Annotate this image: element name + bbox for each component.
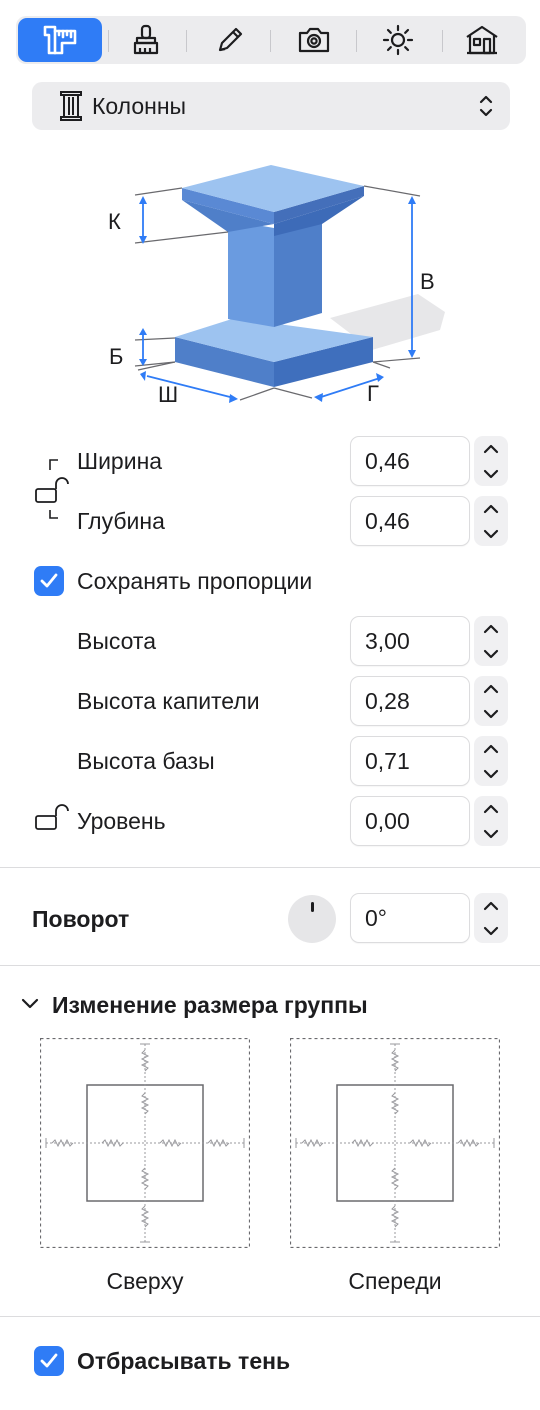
element-type-label: Колонны: [92, 92, 187, 119]
base-height-field[interactable]: 0,71: [350, 736, 470, 786]
chevron-down-icon: [483, 649, 499, 658]
capital-height-label: К: [108, 209, 121, 234]
rotation-label: Поворот: [32, 906, 130, 932]
tab-building[interactable]: [440, 18, 524, 62]
chevron-up-icon: [483, 684, 499, 693]
cast-shadow-checkbox[interactable]: [34, 1346, 64, 1376]
base-height-label: Высота базы: [77, 748, 215, 774]
group-resize-title[interactable]: Изменение размера группы: [52, 992, 368, 1019]
tab-camera[interactable]: [272, 18, 356, 62]
capital-height-field[interactable]: 0,28: [350, 676, 470, 726]
pencil-icon: [218, 27, 243, 52]
height-decrement[interactable]: [474, 641, 508, 666]
tab-materials[interactable]: [104, 18, 188, 62]
checkmark-icon: [40, 1353, 58, 1368]
lock-open-icon[interactable]: [34, 477, 70, 505]
column-icon: [60, 91, 82, 121]
column-dimensions-diagram: К В Б Ш Г: [108, 165, 445, 407]
chevron-down-icon: [483, 769, 499, 778]
section-divider: [0, 1316, 540, 1317]
chevron-up-icon: [483, 901, 499, 910]
chevron-down-icon: [483, 829, 499, 838]
width-stepper[interactable]: [474, 436, 508, 486]
section-divider: [0, 867, 540, 868]
width-field[interactable]: 0,46: [350, 436, 470, 486]
tab-dimensions[interactable]: [18, 18, 102, 62]
capital-height-decrement[interactable]: [474, 701, 508, 726]
height-field[interactable]: 3,00: [350, 616, 470, 666]
house-icon: [466, 25, 498, 55]
rotation-dial[interactable]: [288, 895, 336, 943]
keep-proportions-label: Сохранять пропорции: [77, 568, 313, 594]
rotation-increment[interactable]: [474, 893, 508, 918]
capital-height-stepper[interactable]: [474, 676, 508, 726]
level-increment[interactable]: [474, 796, 508, 821]
height-increment[interactable]: [474, 616, 508, 641]
depth-label: Г: [367, 381, 379, 406]
brush-icon: [133, 24, 159, 55]
capital-height-label: Высота капители: [77, 688, 260, 714]
keep-proportions-checkbox[interactable]: [34, 566, 64, 596]
rotation-field[interactable]: 0°: [350, 893, 470, 943]
width-increment[interactable]: [474, 436, 508, 461]
resize-top-view[interactable]: [40, 1038, 250, 1248]
level-field[interactable]: 0,00: [350, 796, 470, 846]
level-decrement[interactable]: [474, 821, 508, 846]
level-label: Уровень: [77, 808, 166, 834]
rotation-stepper[interactable]: [474, 893, 508, 943]
chevron-down-icon: [483, 529, 499, 538]
depth-label: Глубина: [77, 508, 165, 534]
toolbar-separator: [186, 30, 187, 52]
base-height-increment[interactable]: [474, 736, 508, 761]
resize-front-view[interactable]: [290, 1038, 500, 1248]
depth-decrement[interactable]: [474, 521, 508, 546]
chevron-down-icon: [483, 926, 499, 935]
tab-lighting[interactable]: [356, 18, 440, 62]
base-height-decrement[interactable]: [474, 761, 508, 786]
depth-stepper[interactable]: [474, 496, 508, 546]
tab-edit[interactable]: [188, 18, 272, 62]
inspector-toolbar: [16, 16, 526, 64]
width-label: Ш: [158, 382, 178, 407]
chevron-up-icon: [483, 444, 499, 453]
level-lock-open-icon[interactable]: [34, 804, 70, 832]
element-type-select[interactable]: Колонны: [32, 82, 510, 130]
checkmark-icon: [40, 573, 58, 588]
height-label: Высота: [77, 628, 156, 654]
toolbar-separator: [270, 30, 271, 52]
disclosure-chevron-down-icon[interactable]: [20, 996, 40, 1012]
depth-increment[interactable]: [474, 496, 508, 521]
chevron-up-icon: [483, 624, 499, 633]
chevron-down-icon: [483, 709, 499, 718]
chevron-up-icon: [483, 804, 499, 813]
chevron-up-down-icon: [479, 95, 493, 117]
width-label: Ширина: [77, 448, 163, 474]
capital-height-increment[interactable]: [474, 676, 508, 701]
chevron-up-icon: [483, 504, 499, 513]
column-shaft: [228, 220, 274, 327]
resize-top-caption: Сверху: [106, 1268, 184, 1294]
chevron-down-icon: [483, 469, 499, 478]
total-height-label: В: [420, 269, 435, 294]
base-height-stepper[interactable]: [474, 736, 508, 786]
resize-front-caption: Спереди: [348, 1268, 442, 1294]
camera-icon: [298, 27, 330, 53]
rotation-decrement[interactable]: [474, 918, 508, 943]
width-decrement[interactable]: [474, 461, 508, 486]
base-height-label: Б: [109, 344, 123, 369]
section-divider: [0, 965, 540, 966]
height-stepper[interactable]: [474, 616, 508, 666]
sun-icon: [382, 24, 414, 56]
ruler-caliper-icon: [43, 25, 77, 55]
cast-shadow-label: Отбрасывать тень: [77, 1348, 291, 1374]
chevron-up-icon: [483, 744, 499, 753]
rotation-dial-needle: [311, 902, 314, 912]
depth-field[interactable]: 0,46: [350, 496, 470, 546]
level-stepper[interactable]: [474, 796, 508, 846]
